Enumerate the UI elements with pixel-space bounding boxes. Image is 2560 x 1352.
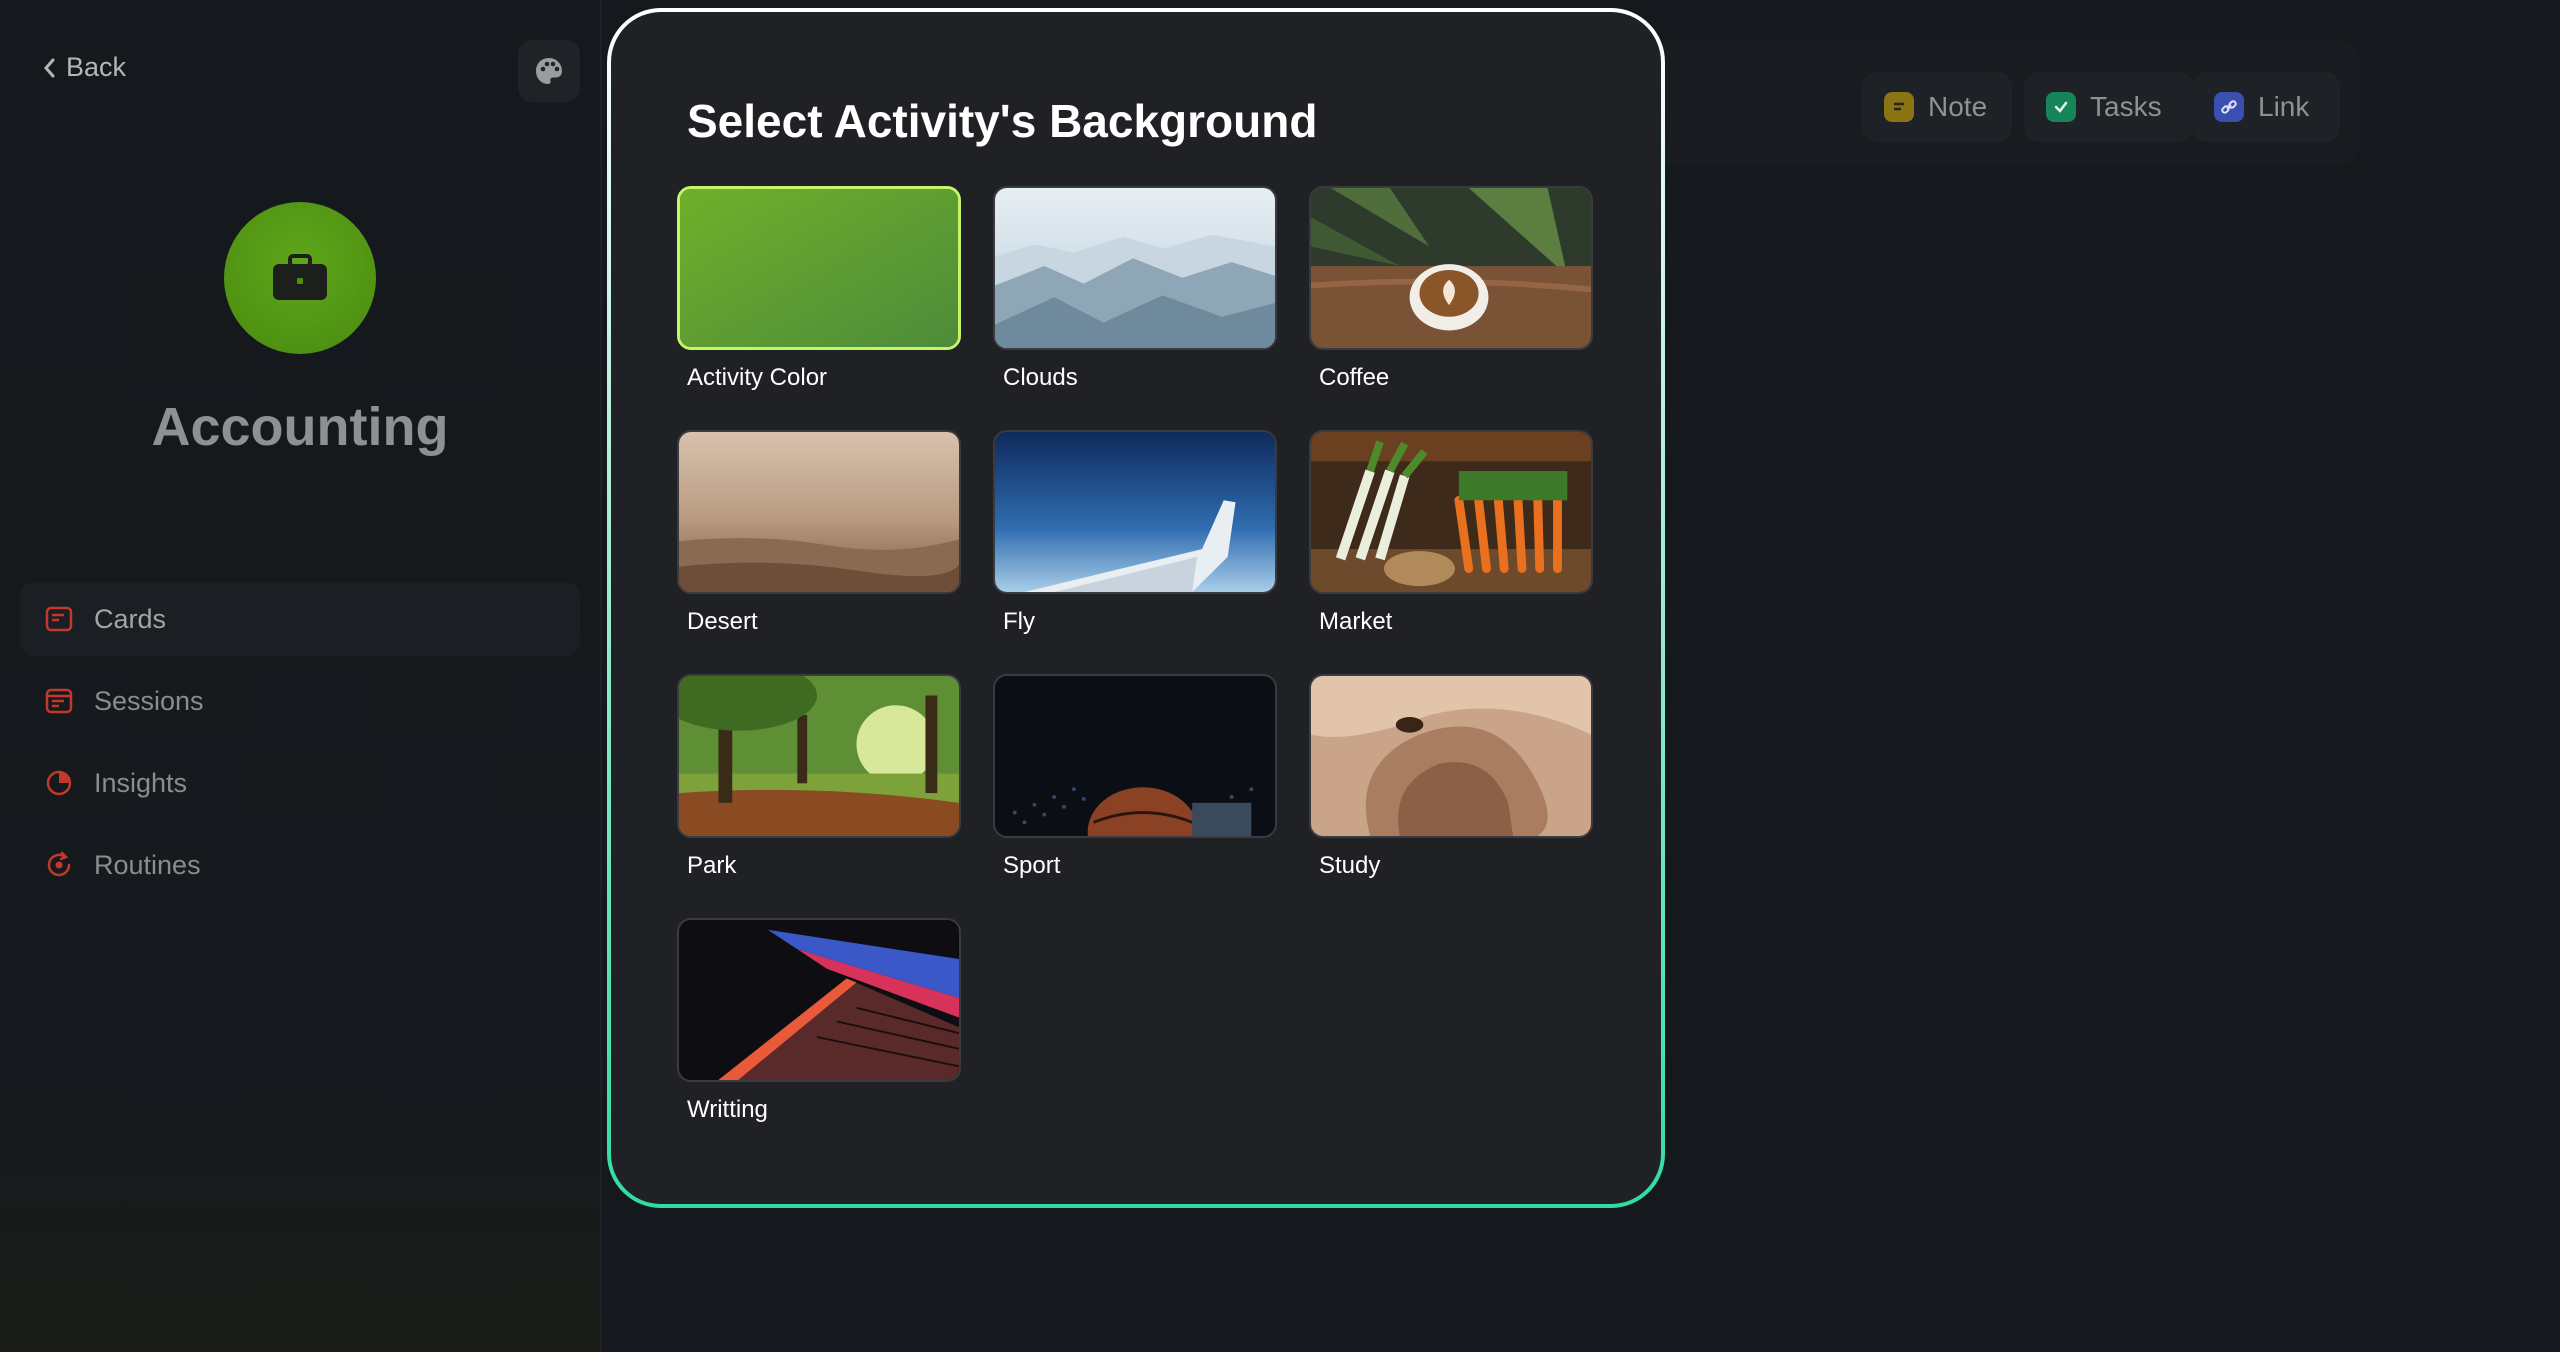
background-thumb-market[interactable]	[1309, 430, 1593, 594]
background-label: Sport	[1003, 852, 1061, 879]
background-option-clouds[interactable]: Clouds	[993, 186, 1277, 392]
note-icon	[1884, 92, 1914, 122]
background-thumb-writting[interactable]	[677, 918, 961, 1082]
activity-avatar[interactable]	[224, 202, 376, 354]
background-picker-modal: Select Activity's Background Activity Co…	[607, 8, 1665, 1208]
background-option-fly[interactable]: Fly	[993, 430, 1277, 636]
background-label: Clouds	[1003, 364, 1078, 391]
note-button[interactable]: Note	[1862, 72, 2012, 142]
cards-icon	[45, 606, 73, 632]
sidebar-item-label: Sessions	[94, 685, 204, 716]
chevron-left-icon	[44, 58, 55, 77]
background-option-desert[interactable]: Desert	[677, 430, 961, 636]
background-label: Coffee	[1319, 364, 1390, 391]
background-label: Writting	[687, 1096, 768, 1123]
background-option-activity-color[interactable]: Activity Color	[677, 186, 961, 392]
background-thumb-desert[interactable]	[677, 430, 961, 594]
background-option-coffee[interactable]: Coffee	[1309, 186, 1593, 392]
sidebar-nav: Cards Sessions Insights Routines	[20, 582, 580, 910]
background-option-sport[interactable]: Sport	[993, 674, 1277, 880]
insights-icon	[46, 770, 72, 796]
palette-button[interactable]	[518, 40, 580, 102]
background-label: Desert	[687, 608, 758, 635]
background-label: Study	[1319, 852, 1381, 879]
card-toolbar: Note Tasks Link	[1650, 40, 2360, 166]
sessions-icon	[45, 688, 73, 714]
sidebar-item-label: Cards	[94, 603, 167, 634]
background-label: Fly	[1003, 608, 1035, 635]
briefcase-icon	[273, 254, 327, 300]
background-thumb-park[interactable]	[677, 674, 961, 838]
sidebar-item-label: Routines	[94, 849, 201, 880]
link-icon	[2214, 92, 2244, 122]
sidebar-item-cards[interactable]: Cards	[20, 582, 580, 656]
sidebar-item-insights[interactable]: Insights	[20, 746, 580, 820]
back-label: Back	[66, 52, 127, 82]
palette-icon	[536, 58, 562, 84]
background-option-park[interactable]: Park	[677, 674, 961, 880]
link-label: Link	[2258, 91, 2310, 122]
check-icon	[2046, 92, 2076, 122]
background-option-writting[interactable]: Writting	[677, 918, 961, 1124]
background-label: Market	[1319, 608, 1393, 635]
background-thumb-clouds[interactable]	[993, 186, 1277, 350]
background-label: Park	[687, 852, 737, 879]
modal-panel: Select Activity's Background Activity Co…	[611, 12, 1661, 1204]
background-option-study[interactable]: Study	[1309, 674, 1593, 880]
background-thumb-study[interactable]	[1309, 674, 1593, 838]
background-option-market[interactable]: Market	[1309, 430, 1593, 636]
activity-name: Accounting	[151, 397, 449, 457]
sidebar: Back Accounting Cards Sessions Insights	[0, 0, 602, 1352]
routines-icon	[47, 851, 71, 877]
sidebar-item-sessions[interactable]: Sessions	[20, 664, 580, 738]
background-thumb-activity-color[interactable]	[677, 186, 961, 350]
background-thumb-fly[interactable]	[993, 430, 1277, 594]
back-button[interactable]: Back	[42, 52, 126, 83]
note-label: Note	[1928, 91, 1988, 122]
modal-title: Select Activity's Background	[687, 95, 1318, 147]
sidebar-item-routines[interactable]: Routines	[20, 828, 580, 902]
background-thumb-sport[interactable]	[993, 674, 1277, 838]
background-thumb-coffee[interactable]	[1309, 186, 1593, 350]
link-button[interactable]: Link	[2192, 72, 2340, 142]
sidebar-item-label: Insights	[94, 767, 188, 798]
background-label: Activity Color	[687, 364, 828, 391]
tasks-button[interactable]: Tasks	[2024, 72, 2194, 142]
tasks-label: Tasks	[2090, 91, 2162, 122]
